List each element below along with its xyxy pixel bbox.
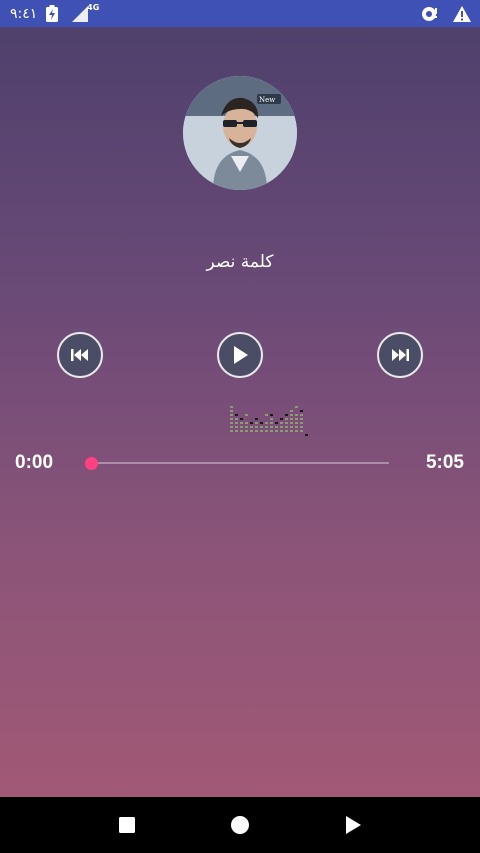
album-art: New bbox=[183, 76, 297, 190]
network-type: 4G bbox=[87, 2, 100, 12]
status-clock: ٩:٤١ bbox=[10, 5, 38, 22]
play-button[interactable] bbox=[217, 332, 263, 378]
song-title: كلمة نصر bbox=[206, 252, 274, 272]
status-right bbox=[420, 5, 471, 23]
signal-icon: 4G bbox=[71, 3, 99, 23]
home-circle-icon bbox=[230, 816, 249, 834]
previous-button[interactable] bbox=[57, 332, 103, 378]
navigation-bar bbox=[0, 797, 480, 853]
seek-thumb[interactable] bbox=[84, 457, 98, 470]
home-button[interactable] bbox=[220, 805, 260, 845]
skip-previous-icon bbox=[71, 349, 88, 361]
svg-text:New: New bbox=[259, 96, 275, 104]
skip-next-icon bbox=[392, 349, 409, 361]
time-total: 5:05 bbox=[425, 452, 464, 473]
seek-bar[interactable] bbox=[91, 462, 389, 464]
cast-icon bbox=[420, 5, 438, 23]
audio-visualizer bbox=[230, 406, 308, 436]
battery-charging-icon bbox=[45, 4, 63, 23]
next-button[interactable] bbox=[377, 332, 423, 378]
status-left: ٩:٤١ 4G bbox=[10, 3, 99, 23]
recents-button[interactable] bbox=[107, 805, 147, 845]
play-icon bbox=[234, 346, 248, 364]
time-elapsed: 0:00 bbox=[15, 452, 54, 473]
status-bar: ٩:٤١ 4G bbox=[0, 0, 480, 27]
warning-icon bbox=[452, 5, 471, 23]
album-art-image: New bbox=[183, 76, 297, 190]
back-triangle-icon bbox=[346, 816, 362, 834]
back-button[interactable] bbox=[333, 805, 373, 845]
recents-square-icon bbox=[118, 817, 135, 833]
